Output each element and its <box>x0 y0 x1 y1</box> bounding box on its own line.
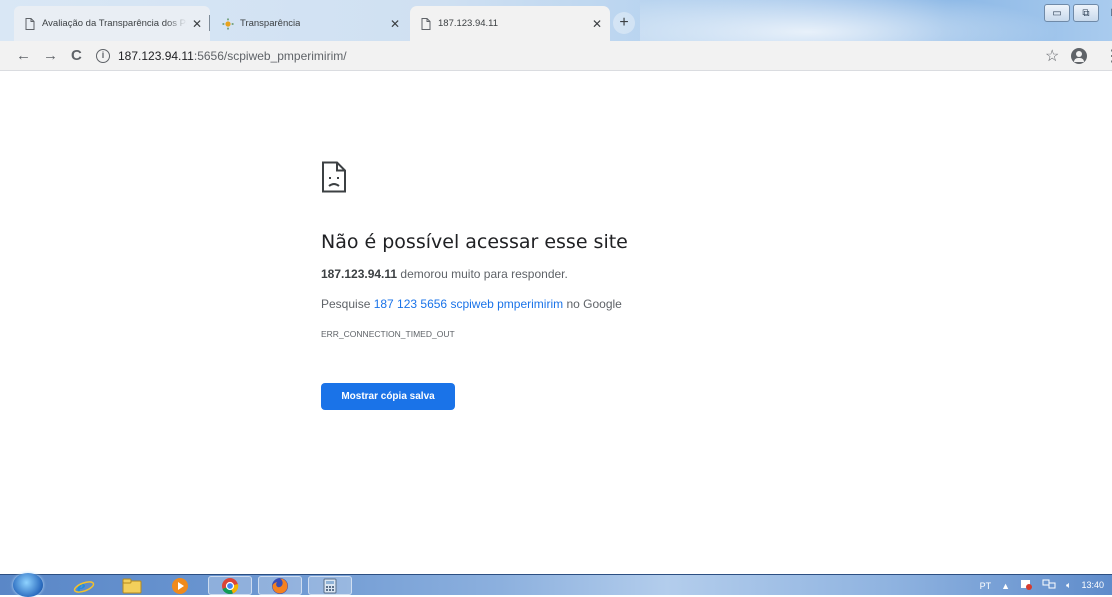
close-tab-icon[interactable]: ✕ <box>592 17 602 31</box>
browser-toolbar: ← → C i 187.123.94.11:5656/scpiweb_pmper… <box>0 41 1112 71</box>
sad-document-icon <box>321 161 347 193</box>
bookmark-star-icon[interactable]: ☆ <box>1045 46 1059 66</box>
tab-active-ip[interactable]: 187.123.94.11 ✕ <box>410 6 610 41</box>
tab-title: Avaliação da Transparência dos Portais <box>42 18 187 29</box>
tab-separator <box>209 15 210 31</box>
clock[interactable]: 13:40 <box>1081 581 1104 590</box>
url-path: :5656/scpiweb_pmperimirim/ <box>193 49 347 63</box>
error-page: Não é possível acessar esse site 187.123… <box>0 71 1112 574</box>
tab-transparencia[interactable]: Transparência ✕ <box>212 6 408 41</box>
address-bar[interactable]: i 187.123.94.11:5656/scpiweb_pmperimirim… <box>96 44 1036 68</box>
volume-icon[interactable]: 🔈︎ <box>1066 580 1071 591</box>
error-heading: Não é possível acessar esse site <box>321 231 628 253</box>
close-tab-icon[interactable]: ✕ <box>192 17 202 31</box>
document-icon <box>24 17 36 30</box>
tray-expand-icon[interactable]: ▲ <box>1001 581 1010 591</box>
tab-title: Transparência <box>240 18 301 29</box>
error-description: 187.123.94.11 demorou muito para respond… <box>321 267 568 281</box>
chrome-icon[interactable] <box>208 576 252 595</box>
error-code: ERR_CONNECTION_TIMED_OUT <box>321 329 455 339</box>
internet-explorer-icon[interactable]: e <box>62 576 106 595</box>
calculator-icon[interactable] <box>308 576 352 595</box>
search-suffix: no Google <box>563 297 622 311</box>
close-window-button[interactable]: ☒ <box>1102 4 1112 22</box>
search-prefix: Pesquise <box>321 297 374 311</box>
profile-avatar-icon[interactable] <box>1071 48 1087 64</box>
google-search-link[interactable]: 187 123 5656 scpiweb pmperimirim <box>374 297 563 311</box>
tab-avaliacao[interactable]: Avaliação da Transparência dos Portais ✕ <box>14 6 210 41</box>
tab-title: 187.123.94.11 <box>438 18 499 29</box>
menu-kebab-icon[interactable]: ⋮ <box>1104 46 1112 66</box>
window-controls: ▭ ⧉ ☒ <box>1044 4 1112 22</box>
url-host: 187.123.94.11 <box>118 49 194 63</box>
start-button[interactable] <box>13 573 43 597</box>
file-explorer-icon[interactable] <box>110 576 154 595</box>
media-player-icon[interactable] <box>158 576 202 595</box>
error-timeout-text: demorou muito para responder. <box>397 267 568 281</box>
sun-logo-icon <box>222 18 234 30</box>
background-cloud <box>640 0 1060 41</box>
tab-strip: Avaliação da Transparência dos Portais ✕… <box>0 0 1112 41</box>
maximize-button[interactable]: ⧉ <box>1073 4 1099 22</box>
search-suggestion: Pesquise 187 123 5656 scpiweb pmperimiri… <box>321 297 622 311</box>
system-tray: PT ▲ 🔈︎ 13:40 <box>980 577 1104 594</box>
language-indicator[interactable]: PT <box>980 581 992 591</box>
minimize-button[interactable]: ▭ <box>1044 4 1070 22</box>
network-icon[interactable] <box>1042 579 1056 592</box>
forward-arrow-icon[interactable]: → <box>43 47 58 64</box>
close-tab-icon[interactable]: ✕ <box>390 17 400 31</box>
reload-icon[interactable]: C <box>71 47 82 64</box>
new-tab-button[interactable]: + <box>613 12 635 34</box>
windows-taskbar: e PT ▲ 🔈︎ 13:40 <box>0 573 1112 597</box>
firefox-icon[interactable] <box>258 576 302 595</box>
document-icon <box>420 17 432 30</box>
error-host: 187.123.94.11 <box>321 267 398 281</box>
info-icon[interactable]: i <box>96 49 110 63</box>
show-cached-copy-button[interactable]: Mostrar cópia salva <box>321 383 455 410</box>
action-center-flag-icon[interactable] <box>1020 579 1033 592</box>
back-arrow-icon[interactable]: ← <box>16 47 31 64</box>
